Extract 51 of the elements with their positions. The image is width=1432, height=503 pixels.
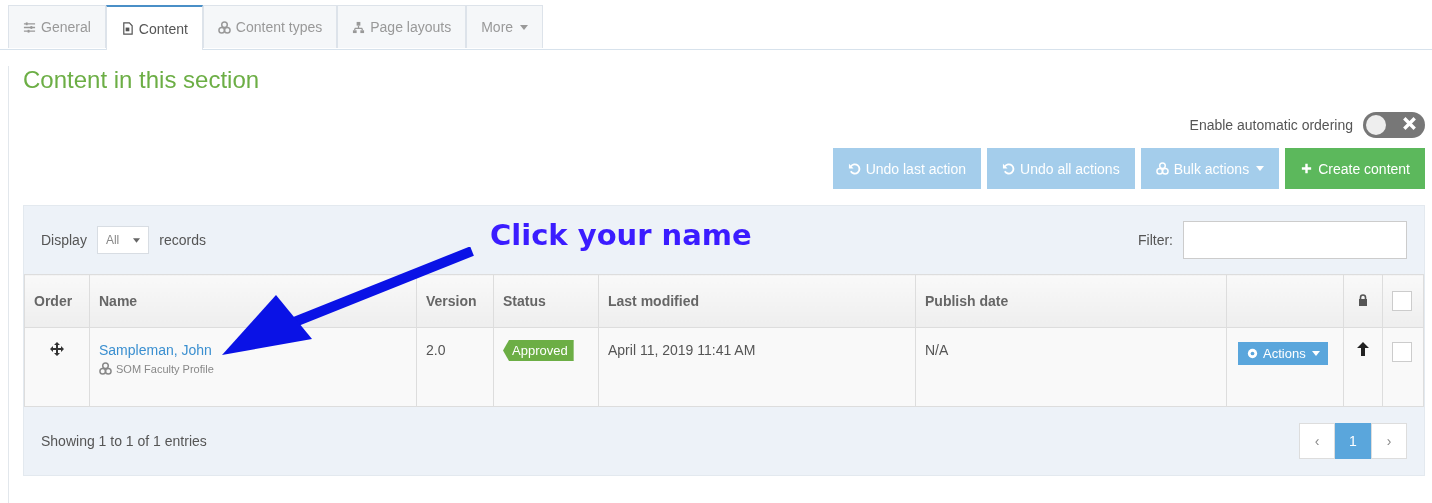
move-icon [50, 342, 64, 356]
document-icon [120, 22, 134, 35]
checkbox[interactable] [1392, 342, 1412, 362]
tab[interactable]: General [8, 5, 106, 48]
caret-icon [1311, 351, 1320, 356]
next-button[interactable]: › [1371, 423, 1407, 459]
toggle-switch[interactable] [1363, 112, 1425, 138]
column-header[interactable]: Status [493, 274, 599, 328]
lock-icon [1358, 294, 1368, 306]
action-button[interactable]: Create content [1285, 148, 1425, 189]
table-cell: N/A [925, 342, 949, 358]
status-badge: Approved [503, 340, 574, 361]
annotation-text: Click your name [490, 218, 752, 252]
display-label: Display [41, 232, 87, 248]
filter-label: Filter: [1138, 232, 1173, 248]
sliders-icon [23, 20, 36, 34]
tab[interactable]: Content types [202, 5, 338, 48]
previous-button[interactable]: ‹ [1299, 423, 1335, 459]
cubes-icon [1155, 162, 1169, 175]
gear-icon [1246, 347, 1259, 360]
up-arrow-icon[interactable] [1357, 342, 1369, 356]
caret-icon [520, 24, 529, 30]
entries-info: Showing 1 to 1 of 1 entries [41, 433, 207, 449]
toggle-label: Enable automatic ordering [1189, 117, 1353, 133]
table-cell: 2.0 [426, 342, 446, 358]
plus-icon [1300, 162, 1314, 175]
name-link[interactable]: Sampleman, John [99, 342, 212, 358]
column-header[interactable]: Last modified [598, 274, 916, 328]
checkbox[interactable] [1392, 291, 1412, 311]
section-title: Content in this section [23, 66, 261, 95]
sitemap-icon [352, 20, 366, 34]
caret-icon [1256, 166, 1265, 171]
tab[interactable]: More [466, 5, 544, 48]
cubes-icon [217, 20, 231, 34]
actions-button[interactable]: Actions [1238, 342, 1328, 365]
column-header[interactable]: Publish date [915, 274, 1227, 328]
filter-field[interactable] [1183, 221, 1407, 259]
column-header[interactable]: Order [24, 274, 90, 328]
tab[interactable]: Page layouts [337, 5, 467, 48]
close-icon [1403, 117, 1416, 130]
records-select[interactable]: All [96, 226, 150, 254]
table-cell: April 11, 2019 11:41 AM [608, 342, 756, 358]
undo-icon [847, 162, 861, 175]
page-button[interactable]: 1 [1335, 423, 1371, 459]
content-type-label: SOM Faculty Profile [116, 362, 214, 375]
tab[interactable]: Content [105, 5, 203, 50]
column-header[interactable]: Version [416, 274, 494, 328]
records-label: records [159, 232, 206, 248]
undo-icon [1002, 162, 1016, 175]
cubes-icon [99, 362, 112, 375]
caret-icon [133, 237, 141, 243]
